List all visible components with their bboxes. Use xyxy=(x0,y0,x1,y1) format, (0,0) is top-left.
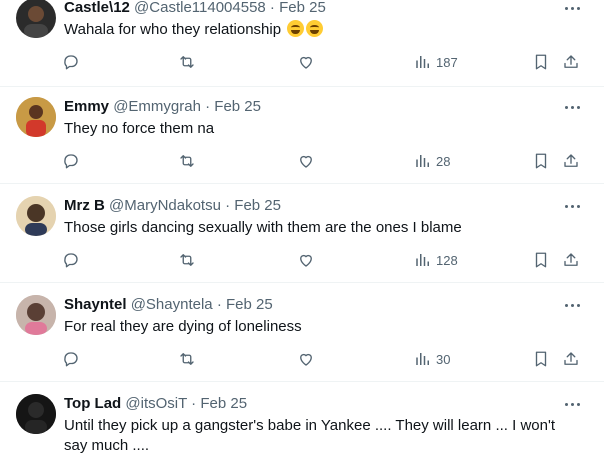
tweet-date[interactable]: Feb 25 xyxy=(200,395,247,412)
reply-icon[interactable] xyxy=(62,51,80,73)
reply-icon[interactable] xyxy=(62,348,80,370)
tweet-header: Top Lad @itsOsiT · Feb 25 xyxy=(64,394,247,414)
separator: · xyxy=(212,296,226,313)
views-icon xyxy=(416,254,429,266)
views-button[interactable]: 28 xyxy=(414,150,450,172)
more-icon[interactable] xyxy=(560,0,584,18)
tweet-header: Emmy @Emmygrah · Feb 25 xyxy=(64,97,261,117)
user-handle[interactable]: @Castle114004558 xyxy=(134,0,266,16)
display-name[interactable]: Shayntel xyxy=(64,296,127,313)
views-button[interactable]: 128 xyxy=(414,249,458,271)
share-icon[interactable] xyxy=(562,249,580,271)
retweet-icon[interactable] xyxy=(178,249,196,271)
tears-of-joy-emoji-icon xyxy=(306,20,324,37)
display-name[interactable]: Mrz B xyxy=(64,197,105,214)
share-icon[interactable] xyxy=(562,51,580,73)
tweet-date[interactable]: Feb 25 xyxy=(214,98,261,115)
tweet-header: Shayntel @Shayntela · Feb 25 xyxy=(64,295,273,315)
tweet-reply[interactable]: Mrz B @MaryNdakotsu · Feb 25 Those girls… xyxy=(0,184,604,282)
tweet-date[interactable]: Feb 25 xyxy=(226,296,273,313)
views-count: 187 xyxy=(436,54,458,70)
views-icon xyxy=(416,353,429,365)
tweet-feed: Castle\12 @Castle114004558 · Feb 25 Waha… xyxy=(0,0,604,454)
tweet-text: They no force them na xyxy=(64,120,215,137)
tweet-text: For real they are dying of loneliness xyxy=(64,318,302,335)
user-handle[interactable]: @itsOsiT xyxy=(125,395,187,412)
user-handle[interactable]: @MaryNdakotsu xyxy=(109,197,221,214)
views-icon xyxy=(416,155,429,167)
like-icon[interactable] xyxy=(297,150,315,172)
tweet-actions: 128 xyxy=(0,249,604,271)
views-count: 28 xyxy=(436,153,451,169)
tweet-reply[interactable]: Top Lad @itsOsiT · Feb 25 Until they pic… xyxy=(0,382,604,454)
bookmark-icon[interactable] xyxy=(532,249,550,271)
tweet-date[interactable]: Feb 25 xyxy=(279,0,326,16)
tweet-actions: 30 xyxy=(0,348,604,370)
like-icon[interactable] xyxy=(297,249,315,271)
tears-of-joy-emoji-icon xyxy=(287,20,305,37)
like-icon[interactable] xyxy=(297,51,315,73)
tweet-text: Those girls dancing sexually with them a… xyxy=(64,219,462,236)
avatar[interactable] xyxy=(16,97,56,137)
avatar[interactable] xyxy=(16,196,56,236)
tweet-reply[interactable]: Emmy @Emmygrah · Feb 25 They no force th… xyxy=(0,87,604,183)
tweet-text-body: Wahala for who they relationship xyxy=(64,21,282,38)
more-icon[interactable] xyxy=(560,394,584,414)
avatar[interactable] xyxy=(16,394,56,434)
views-button[interactable]: 30 xyxy=(414,348,450,370)
tweet-actions: 187 xyxy=(0,51,604,73)
retweet-icon[interactable] xyxy=(178,51,196,73)
more-icon[interactable] xyxy=(560,295,584,315)
bookmark-icon[interactable] xyxy=(532,348,550,370)
display-name[interactable]: Emmy xyxy=(64,98,109,115)
bookmark-icon[interactable] xyxy=(532,150,550,172)
reply-icon[interactable] xyxy=(62,249,80,271)
display-name[interactable]: Top Lad xyxy=(64,395,121,412)
retweet-icon[interactable] xyxy=(178,150,196,172)
tweet-header: Mrz B @MaryNdakotsu · Feb 25 xyxy=(64,196,281,216)
avatar[interactable] xyxy=(16,0,56,38)
reply-icon[interactable] xyxy=(62,150,80,172)
tweet-actions: 28 xyxy=(0,150,604,172)
tweet-text: Until they pick up a gangster's babe in … xyxy=(64,417,555,454)
bookmark-icon[interactable] xyxy=(532,51,550,73)
views-count: 30 xyxy=(436,351,451,367)
separator: · xyxy=(187,395,201,412)
views-button[interactable]: 187 xyxy=(414,51,458,73)
more-icon[interactable] xyxy=(560,97,584,117)
more-icon[interactable] xyxy=(560,196,584,216)
tweet-header: Castle\12 @Castle114004558 · Feb 25 xyxy=(64,0,326,18)
retweet-icon[interactable] xyxy=(178,348,196,370)
avatar[interactable] xyxy=(16,295,56,335)
tweet-reply[interactable]: Shayntel @Shayntela · Feb 25 For real th… xyxy=(0,283,604,381)
tweet-reply[interactable]: Castle\12 @Castle114004558 · Feb 25 Waha… xyxy=(0,0,604,86)
views-icon xyxy=(416,56,429,68)
display-name[interactable]: Castle\12 xyxy=(64,0,130,16)
share-icon[interactable] xyxy=(562,150,580,172)
user-handle[interactable]: @Shayntela xyxy=(131,296,213,313)
views-count: 128 xyxy=(436,252,458,268)
user-handle[interactable]: @Emmygrah xyxy=(113,98,201,115)
separator: · xyxy=(200,98,215,115)
tweet-text: Wahala for who they relationship 😂😂 xyxy=(64,20,564,40)
share-icon[interactable] xyxy=(562,348,580,370)
separator: · xyxy=(265,0,280,16)
tweet-date[interactable]: Feb 25 xyxy=(234,197,281,214)
separator: · xyxy=(220,197,235,214)
like-icon[interactable] xyxy=(297,348,315,370)
